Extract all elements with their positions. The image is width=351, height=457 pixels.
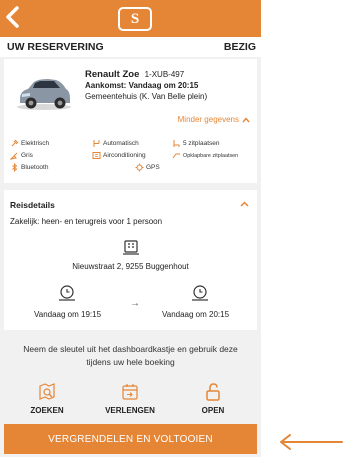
back-button[interactable] (2, 4, 24, 30)
lock-and-finish-button[interactable]: VERGRENDELEN EN VOLTOOIEN (4, 424, 257, 454)
feature-item: Bluetooth (10, 163, 48, 172)
paint-icon (10, 152, 18, 160)
clock-car-icon (192, 285, 208, 301)
feature-item: Automatisch (92, 139, 139, 148)
arrival-time: Aankomst: Vandaag om 20:15 (85, 81, 199, 90)
trip-type: Zakelijk: heen- en terugreis voor 1 pers… (10, 217, 163, 226)
less-details-toggle[interactable]: Minder gegevens (178, 115, 250, 124)
map-search-icon (39, 383, 55, 400)
open-button[interactable]: OPEN (182, 380, 244, 415)
plug-icon (11, 139, 19, 147)
arrow-left-icon (280, 434, 343, 450)
pickup-location: Gemeentehuis (K. Van Belle plein) (85, 92, 208, 101)
action-bar: ZOEKEN VERLENGEN OPEN (0, 380, 261, 420)
feature-item: Gris (10, 151, 33, 160)
app-screen: S UW RESERVERING BEZIG Renault Zoe 1-XUB… (0, 0, 261, 457)
feature-item: Airconditioning (92, 151, 146, 160)
key-notice: Neem de sleutel uit het dashboardkastje … (23, 344, 238, 367)
app-logo: S (118, 7, 152, 31)
car-card: Renault Zoe 1-XUB-497 Aankomst: Vandaag … (4, 59, 257, 183)
feature-item: GPS (135, 163, 160, 172)
reservation-header: UW RESERVERING BEZIG (0, 37, 261, 57)
seat-icon (173, 140, 180, 147)
feature-item: Elektrisch (10, 139, 49, 148)
chevron-up-icon (242, 116, 250, 122)
unlock-icon (206, 383, 220, 401)
extend-button[interactable]: VERLENGEN (99, 380, 161, 415)
trip-details-card: Reisdetails Zakelijk: heen- en terugreis… (4, 190, 257, 330)
car-info: Renault Zoe 1-XUB-497 Aankomst: Vandaag … (85, 69, 207, 102)
status-badge: BEZIG (223, 41, 256, 53)
gps-icon (135, 163, 144, 172)
start-time: Vandaag om 19:15 (34, 310, 102, 319)
search-label: ZOEKEN (30, 406, 64, 415)
chevron-up-icon[interactable] (240, 201, 249, 207)
car-image (17, 79, 71, 110)
gear-shift-icon (93, 140, 100, 147)
pickup-address: Nieuwstraat 2, 9255 Buggenhout (72, 262, 189, 271)
arrow-right-icon: → (130, 298, 140, 309)
bluetooth-icon (12, 163, 18, 172)
calendar-extend-icon (122, 384, 138, 400)
page-title: UW RESERVERING (7, 41, 104, 53)
aircon-icon (92, 152, 101, 159)
feature-item: Opklapbare zitplaatsen (172, 151, 238, 160)
extend-label: VERLENGEN (105, 406, 155, 415)
logo-letter: S (130, 10, 140, 27)
open-label: OPEN (201, 406, 225, 415)
license-plate: 1-XUB-497 (144, 70, 185, 79)
less-details-label: Minder gegevens (177, 115, 239, 124)
clock-car-icon (59, 285, 75, 301)
top-bar: S (0, 0, 261, 37)
chevron-left-icon (6, 6, 19, 28)
end-time: Vandaag om 20:15 (162, 310, 230, 319)
folding-seat-icon (172, 153, 180, 159)
car-name: Renault Zoe (85, 69, 140, 80)
building-icon (123, 240, 139, 255)
search-button[interactable]: ZOEKEN (16, 380, 78, 415)
trip-details-title: Reisdetails (10, 200, 55, 210)
feature-item: 5 zitplaatsen (172, 139, 220, 148)
